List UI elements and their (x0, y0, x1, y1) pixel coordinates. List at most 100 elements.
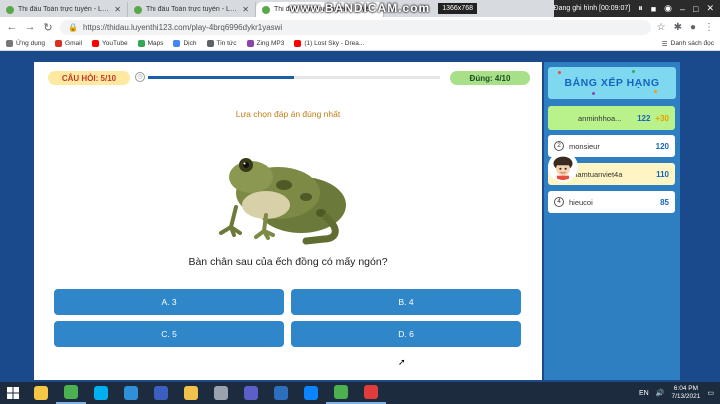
windows-start-icon[interactable] (0, 382, 26, 404)
menu-icon[interactable]: ⋮ (704, 22, 714, 33)
score-bonus: +30 (655, 113, 669, 123)
site-favicon-icon (262, 5, 270, 14)
bookmark-apps[interactable]: Ứng dụng (6, 40, 45, 47)
news-icon (206, 40, 214, 47)
taskbar-app[interactable] (266, 382, 296, 404)
stop-icon[interactable]: ■ (651, 4, 656, 14)
profile-icon[interactable]: ● (690, 22, 696, 33)
lock-icon: 🔒 (68, 22, 78, 32)
minimize-icon[interactable]: – (680, 4, 685, 14)
recording-resolution: 1366x768 (438, 2, 477, 14)
windows-taskbar: EN 🔊 6:04 PM 7/13/2021 ▭ (0, 382, 720, 404)
bookmark-translate[interactable]: Dịch (173, 40, 197, 47)
camera-icon[interactable]: ◉ (664, 3, 672, 14)
media-icon (154, 386, 168, 400)
address-bar[interactable]: 🔒 https://thidau.luyenthi123.com/play-4b… (60, 19, 651, 35)
reading-list[interactable]: ☰ Danh sách đọc (662, 40, 714, 48)
taskbar-app[interactable] (116, 382, 146, 404)
forward-arrow-icon[interactable]: → (24, 21, 36, 33)
leaderboard-panel: BẢNG XẾP HẠNG anminhhoa... 122 +30 2 mon… (544, 62, 680, 380)
bookmark-zing-mp3[interactable]: Zing MP3 (246, 40, 284, 47)
browser-tab-2[interactable]: Thi đấu Toán trực tuyến - Luyện... ✕ (128, 2, 256, 17)
clock-time: 6:04 PM (673, 385, 699, 392)
volume-icon[interactable]: 🔊 (656, 389, 665, 397)
player-score: 120 (655, 141, 669, 151)
answer-option-b[interactable]: B. 4 (291, 289, 521, 315)
instruction-text: Lựa chọn đáp án đúng nhất (235, 109, 341, 119)
record-icon (364, 385, 378, 399)
taskbar-app[interactable] (176, 382, 206, 404)
taskbar-app[interactable] (236, 382, 266, 404)
site-favicon-icon (134, 5, 142, 14)
taskbar-app[interactable] (56, 382, 86, 404)
pause-icon[interactable]: ⏸ (638, 3, 643, 14)
zing-icon (246, 40, 254, 47)
folder-icon (184, 386, 198, 400)
notification-icon[interactable]: ▭ (707, 389, 714, 397)
reload-icon[interactable]: ↻ (42, 21, 54, 34)
chrome-icon-2 (334, 385, 348, 399)
file-explorer-icon (34, 386, 48, 400)
player-name: monsieur (569, 141, 600, 151)
youtube-icon (294, 40, 302, 47)
maximize-icon[interactable]: □ (693, 4, 698, 14)
taskbar-app[interactable] (326, 382, 356, 404)
maps-icon (137, 40, 145, 47)
rank-badge: 2 (554, 141, 564, 151)
bookmark-maps[interactable]: Maps (137, 40, 163, 47)
confetti-dot (592, 92, 595, 95)
word-icon (274, 386, 288, 400)
gmail-icon (55, 40, 63, 47)
player-name: anminhhoa... (578, 113, 622, 123)
url-text[interactable]: https://thidau.luyenthi123.com/play-4brq… (83, 23, 282, 32)
recording-status-bar: Đang ghi hình [00:09:07] ⏸ ■ ◉ – □ ✕ (553, 0, 720, 17)
edge-icon (124, 386, 138, 400)
star-icon[interactable]: ☆ (657, 22, 666, 33)
clock-date: 7/13/2021 (671, 393, 701, 400)
taskbar-app[interactable] (146, 382, 176, 404)
player-name: phamtuanviet4a (569, 169, 623, 179)
timer-icon: ◷ (135, 72, 145, 82)
recording-overlay: www.BANDICAM.com 1366x768 (290, 0, 477, 16)
progress-fill (148, 76, 294, 79)
bookmarks-bar: Ứng dụng Gmail YouTube Maps Dịch Tin tức… (0, 37, 720, 51)
player-avatar (548, 152, 578, 182)
confetti-dot (632, 70, 635, 73)
leaderboard-row-4: 4 hieucoi 85 (548, 191, 675, 213)
clock[interactable]: 6:04 PM 7/13/2021 (671, 385, 700, 401)
page-content: CÂU HỎI: 5/10 ◷ Đúng: 4/10 Lựa chọn đáp … (0, 52, 720, 382)
taskbar-app[interactable] (356, 382, 386, 404)
quiz-panel: CÂU HỎI: 5/10 ◷ Đúng: 4/10 Lựa chọn đáp … (34, 62, 542, 380)
site-favicon-icon (6, 5, 14, 14)
translate-icon (173, 40, 181, 47)
browser-tab-1[interactable]: Thi đấu Toán trực tuyến - Luyện... ✕ (0, 2, 128, 17)
system-tray: EN 🔊 6:04 PM 7/13/2021 ▭ (639, 385, 720, 401)
navigation-bar: ← → ↻ 🔒 https://thidau.luyenthi123.com/p… (0, 17, 720, 37)
bookmark-youtube[interactable]: YouTube (92, 40, 128, 47)
bandicam-watermark: www.BANDICAM.com (290, 1, 431, 15)
back-arrow-icon[interactable]: ← (6, 21, 18, 33)
bookmark-news[interactable]: Tin tức (206, 40, 237, 47)
taskbar-app[interactable] (206, 382, 236, 404)
answer-option-c[interactable]: C. 5 (54, 321, 284, 347)
leaderboard-row-1: anminhhoa... 122 +30 (548, 106, 675, 130)
answer-option-d[interactable]: D. 6 (291, 321, 521, 347)
taskbar-app[interactable] (26, 382, 56, 404)
taskbar-app[interactable] (86, 382, 116, 404)
taskbar-apps (26, 382, 386, 404)
bookmark-lost-sky[interactable]: (1) Lost Sky - Drea... (294, 40, 364, 47)
extensions-icon[interactable]: ✱ (674, 22, 682, 33)
zalo-icon (304, 386, 318, 400)
correct-counter: Đúng: 4/10 (450, 71, 530, 85)
skype-icon (94, 386, 108, 400)
close-tab-icon[interactable]: ✕ (114, 5, 121, 14)
close-icon[interactable]: ✕ (706, 3, 714, 14)
answer-option-a[interactable]: A. 3 (54, 289, 284, 315)
taskbar-app[interactable] (296, 382, 326, 404)
close-tab-icon[interactable]: ✕ (242, 5, 249, 14)
language-indicator[interactable]: EN (639, 390, 649, 397)
tab-label: Thi đấu Toán trực tuyến - Luyện... (18, 6, 110, 13)
bookmark-gmail[interactable]: Gmail (55, 40, 82, 47)
apps-grid-icon (6, 40, 13, 47)
confetti-dot (654, 90, 657, 93)
